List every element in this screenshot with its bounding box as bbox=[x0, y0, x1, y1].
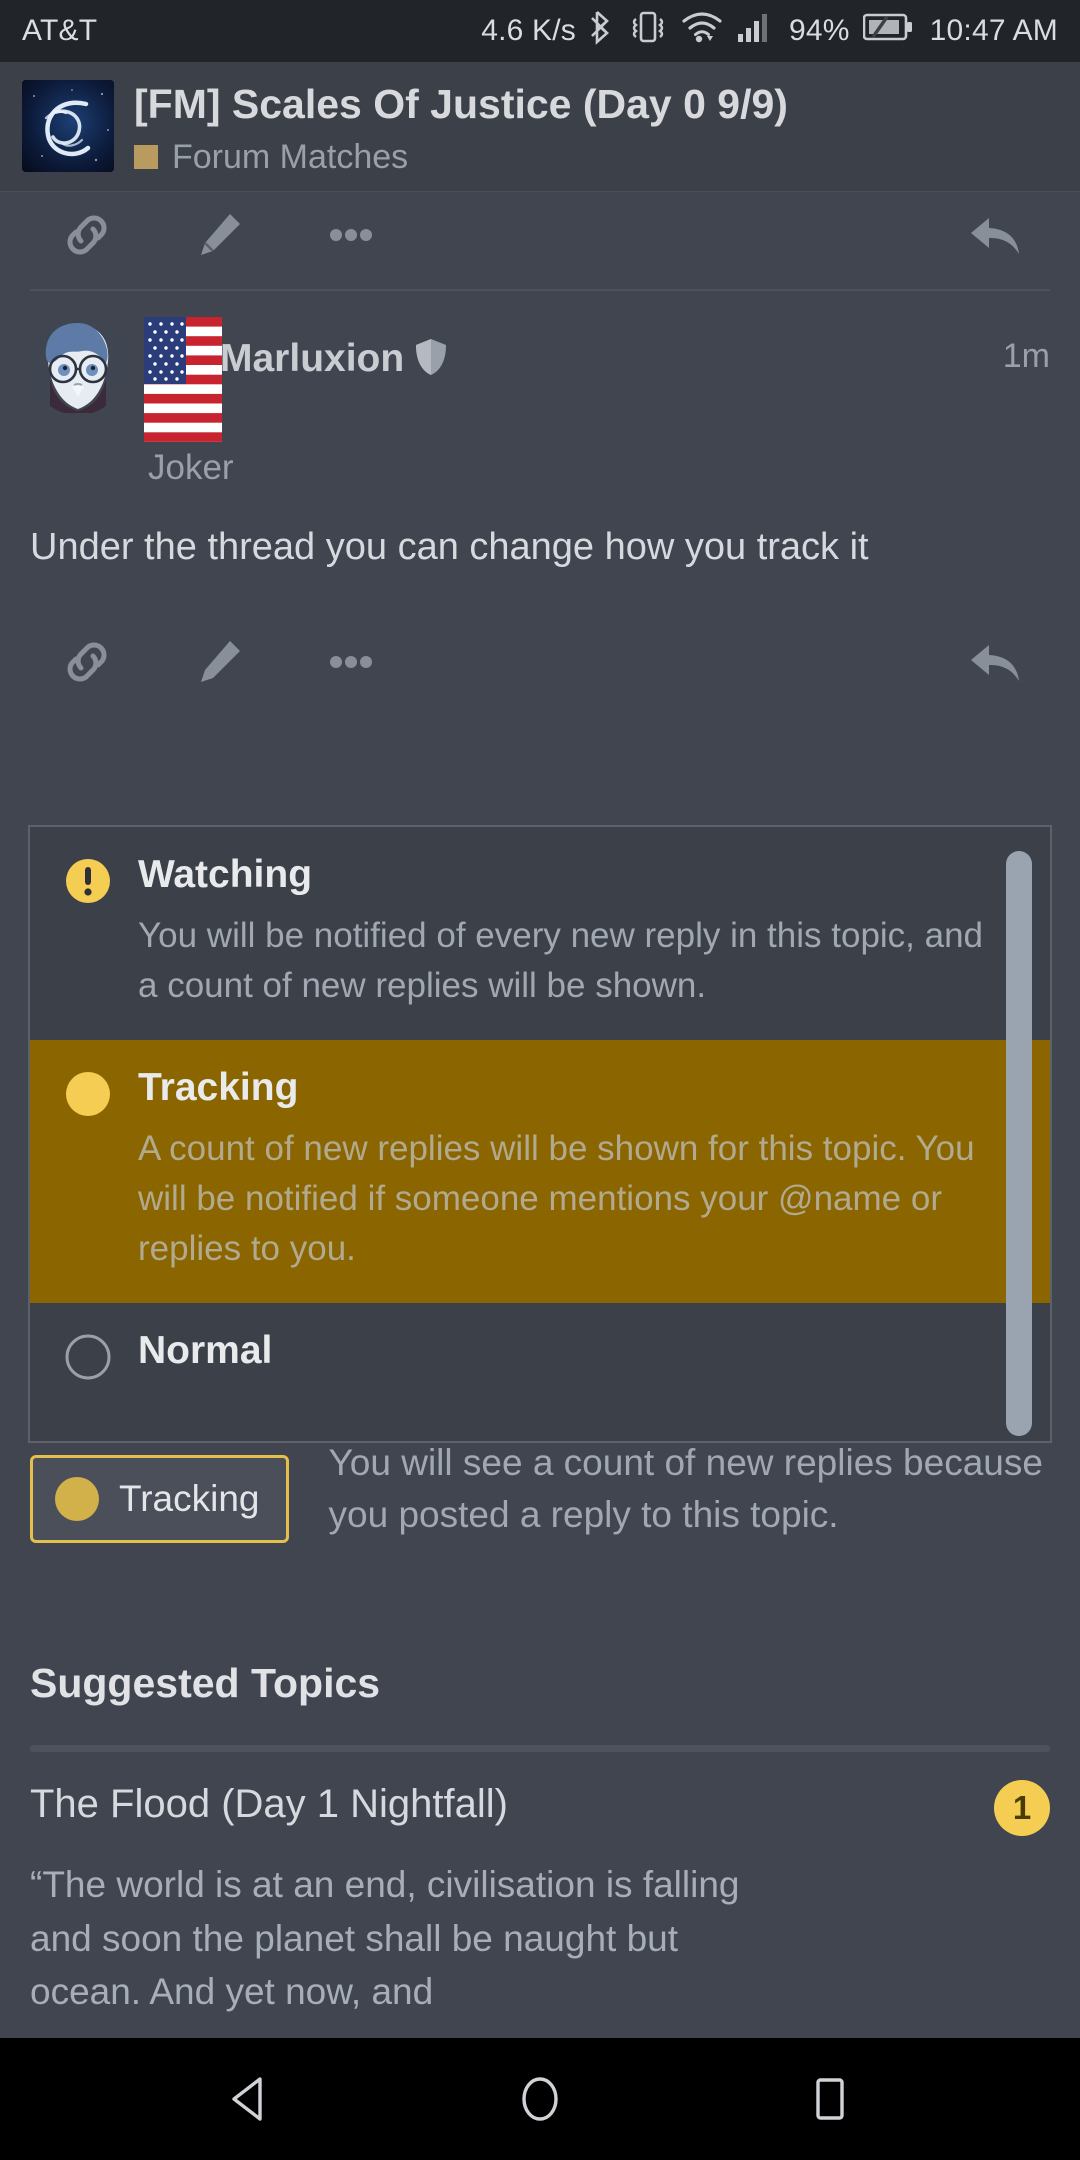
reply-arrow-icon[interactable] bbox=[965, 635, 1025, 694]
topic-title: [FM] Scales Of Justice (Day 0 9/9) bbox=[134, 82, 788, 127]
dropdown-option-description: A count of new replies will be shown for… bbox=[138, 1129, 975, 1268]
network-speed-label: 4.6 K/s bbox=[481, 14, 576, 47]
post-action-bar-bottom bbox=[0, 619, 1080, 710]
android-nav-bar bbox=[0, 2038, 1080, 2160]
suggested-topics-section: Suggested Topics The Flood (Day 1 Nightf… bbox=[0, 1660, 1080, 2019]
flag-united-states-icon bbox=[144, 316, 222, 442]
avatar[interactable] bbox=[30, 318, 126, 415]
dropdown-scrollbar-thumb[interactable] bbox=[1006, 851, 1032, 1436]
back-triangle-icon[interactable] bbox=[195, 2044, 305, 2154]
tracking-button-label: Tracking bbox=[119, 1478, 260, 1519]
post-action-bar-top bbox=[0, 192, 1080, 283]
battery-charging-icon bbox=[862, 12, 913, 50]
poster-username[interactable]: Marluxion bbox=[220, 337, 404, 381]
bluetooth-icon bbox=[589, 9, 615, 53]
dropdown-option-description: You will be notified of every new reply … bbox=[138, 916, 984, 1005]
exclamation-circle-icon bbox=[64, 857, 112, 905]
cellular-signal-icon bbox=[736, 10, 776, 52]
dropdown-option-title: Normal bbox=[138, 1329, 273, 1373]
dropdown-option-title: Watching bbox=[138, 853, 313, 896]
clock-label: 10:47 AM bbox=[929, 14, 1058, 47]
empty-circle-icon bbox=[64, 1333, 112, 1381]
reply-arrow-icon[interactable] bbox=[965, 208, 1025, 267]
list-item[interactable]: The Flood (Day 1 Nightfall) 1 “The world… bbox=[30, 1752, 1050, 2019]
suggested-topics-heading: Suggested Topics bbox=[30, 1660, 381, 1706]
category-label: Forum Matches bbox=[172, 137, 409, 176]
topic-header[interactable]: [FM] Scales Of Justice (Day 0 9/9) Forum… bbox=[0, 62, 1080, 192]
category-color-swatch bbox=[134, 145, 158, 170]
home-circle-icon[interactable] bbox=[485, 2044, 595, 2154]
pencil-icon[interactable] bbox=[192, 208, 246, 267]
vibrate-icon bbox=[628, 9, 668, 53]
post-timestamp: 1m bbox=[1002, 336, 1050, 375]
tracking-status-text: You will see a count of new replies beca… bbox=[328, 1442, 1043, 1535]
dropdown-option-watching[interactable]: Watching You will be notified of every n… bbox=[30, 827, 1050, 1040]
wifi-icon bbox=[681, 10, 723, 52]
carrier-label: AT&T bbox=[22, 14, 98, 47]
dropdown-option-title: Tracking bbox=[138, 1066, 299, 1110]
poster-title: Joker bbox=[148, 447, 234, 487]
status-bar: AT&T 4.6 K/s 94% 10:47 AM bbox=[0, 0, 1080, 62]
ellipsis-icon[interactable] bbox=[324, 635, 378, 694]
filled-circle-icon bbox=[64, 1070, 112, 1118]
dropdown-option-tracking[interactable]: Tracking A count of new replies will be … bbox=[30, 1040, 1050, 1304]
post: Marluxion 1m Joker bbox=[0, 291, 1080, 488]
link-icon[interactable] bbox=[60, 635, 114, 694]
post-body: Under the thread you can change how you … bbox=[30, 525, 869, 568]
topic-category[interactable]: Forum Matches bbox=[134, 138, 1058, 177]
battery-percent-label: 94% bbox=[788, 14, 850, 47]
dropdown-scrollbar[interactable] bbox=[1006, 835, 1042, 1436]
tracking-status-row: Tracking You will see a count of new rep… bbox=[0, 1437, 1080, 1543]
pencil-icon[interactable] bbox=[192, 635, 246, 694]
suggested-topics-divider bbox=[30, 1745, 1050, 1752]
recents-square-icon[interactable] bbox=[775, 2044, 885, 2154]
link-icon[interactable] bbox=[60, 208, 114, 267]
topic-avatar bbox=[22, 80, 114, 172]
tracking-button[interactable]: Tracking bbox=[30, 1455, 289, 1543]
suggested-topic-excerpt: “The world is at an end, civilisation is… bbox=[30, 1864, 740, 2013]
subscribe-dropdown-menu[interactable]: Watching You will be notified of every n… bbox=[28, 825, 1052, 1443]
status-badge: 1 bbox=[994, 1780, 1050, 1836]
filled-circle-icon bbox=[55, 1477, 99, 1521]
ellipsis-icon[interactable] bbox=[324, 208, 378, 267]
shield-icon bbox=[414, 337, 448, 382]
dropdown-option-normal[interactable]: Normal bbox=[30, 1303, 1050, 1411]
suggested-topic-title[interactable]: The Flood (Day 1 Nightfall) bbox=[30, 1782, 994, 1826]
